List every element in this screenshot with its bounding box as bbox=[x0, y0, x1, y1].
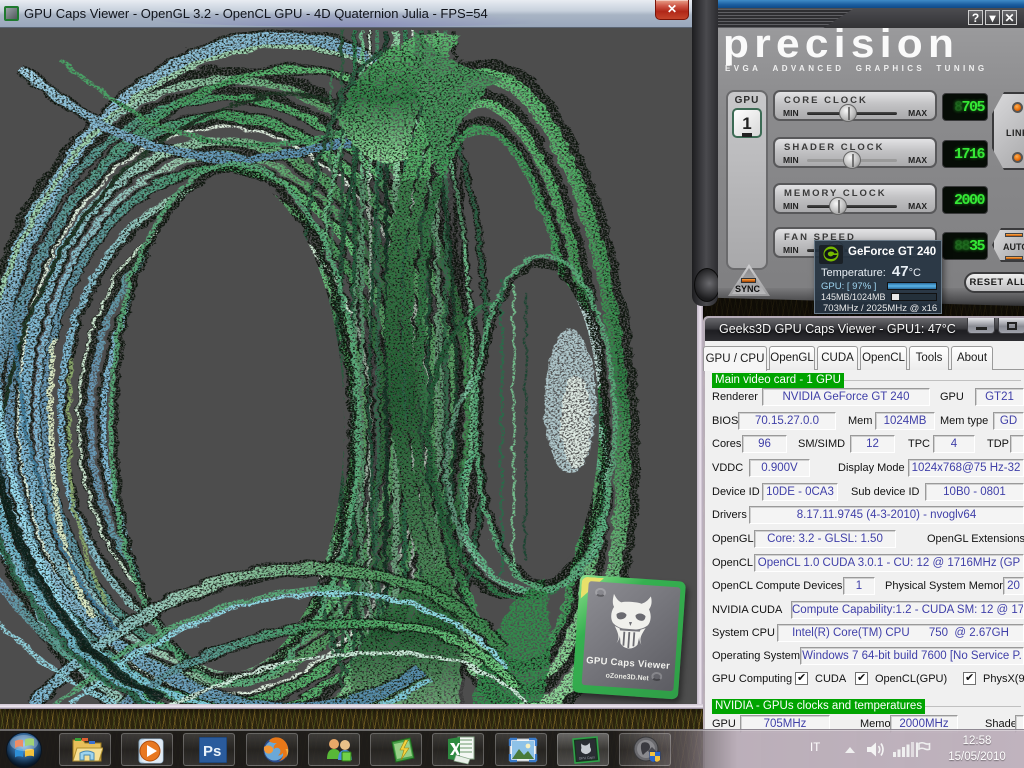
svg-text:Ps: Ps bbox=[203, 743, 221, 760]
